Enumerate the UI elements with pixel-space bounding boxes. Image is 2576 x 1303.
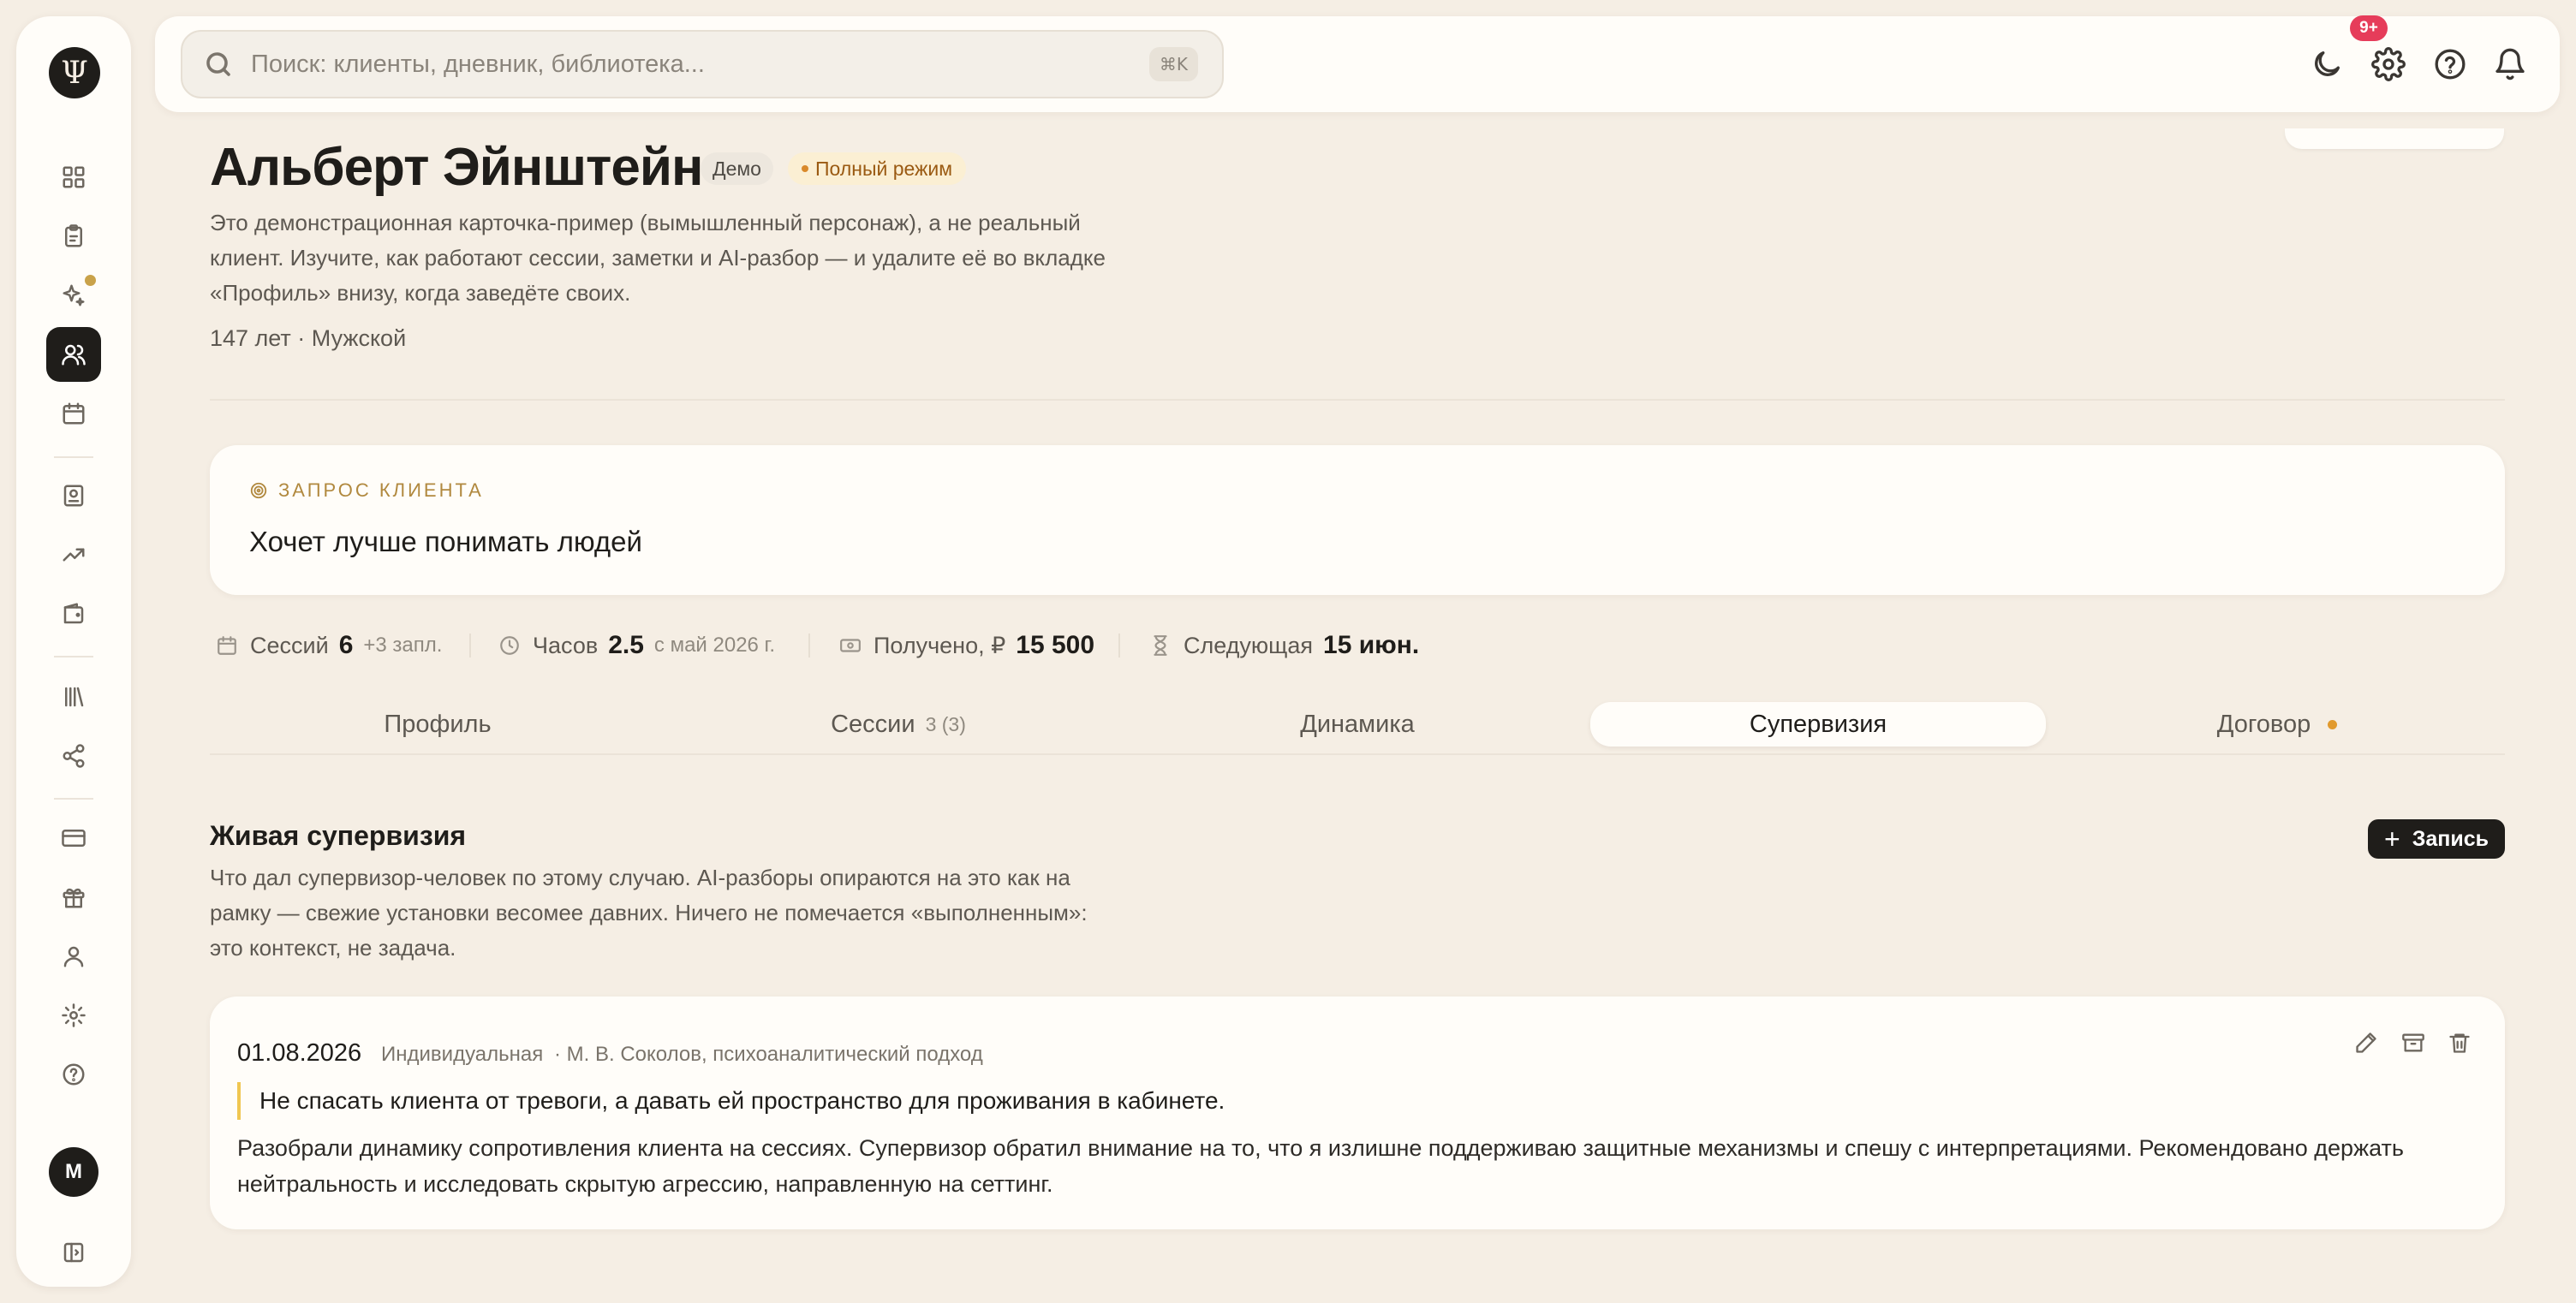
clients-icon[interactable] bbox=[46, 327, 101, 382]
header-divider bbox=[210, 399, 2505, 401]
search-placeholder: Поиск: клиенты, дневник, библиотека... bbox=[251, 50, 705, 78]
supervision-entry: 01.08.2026 Индивидуальная · М. В. Соколо… bbox=[210, 997, 2505, 1229]
search-input[interactable]: Поиск: клиенты, дневник, библиотека... ⌘… bbox=[181, 30, 1224, 98]
stat-label: Следующая bbox=[1184, 632, 1314, 658]
tab-contract[interactable]: Договор bbox=[2049, 702, 2505, 747]
notification-badge: 9+ bbox=[2350, 15, 2388, 41]
request-label: ЗАПРОС КЛИЕНТА bbox=[249, 479, 484, 502]
stat-separator bbox=[469, 634, 471, 657]
profile-icon[interactable] bbox=[46, 929, 101, 984]
stat-label: Получено, ₽ bbox=[874, 632, 1006, 658]
user-avatar[interactable]: M bbox=[49, 1147, 98, 1197]
stat-label: Часов bbox=[533, 632, 599, 658]
client-request-card: ЗАПРОС КЛИЕНТА Хочет лучше понимать люде… bbox=[210, 445, 2505, 595]
banknote-icon bbox=[840, 639, 861, 652]
pencil-icon[interactable] bbox=[2354, 1031, 2385, 1062]
share-icon[interactable] bbox=[46, 729, 101, 783]
contract-status-dot bbox=[2328, 719, 2338, 729]
calendar-small-icon bbox=[218, 636, 236, 655]
search-icon bbox=[203, 49, 234, 80]
gear-icon[interactable] bbox=[2371, 47, 2406, 81]
nav-separator bbox=[54, 656, 93, 657]
gift-icon[interactable] bbox=[46, 870, 101, 925]
stat-value: 15 500 bbox=[1016, 631, 1095, 659]
tab-label: Динамика bbox=[1300, 710, 1415, 738]
tab-dynamics[interactable]: Динамика bbox=[1130, 702, 1585, 747]
stat-value: 15 июн. bbox=[1323, 631, 1420, 659]
stat-sessions: Сессий 6 +3 запл. bbox=[216, 627, 442, 664]
moon-icon[interactable] bbox=[2310, 47, 2344, 81]
clock-icon bbox=[500, 636, 519, 655]
demo-tag: Демо bbox=[701, 152, 773, 185]
help-circle-icon[interactable] bbox=[2433, 47, 2467, 81]
sidebar: Ψ M bbox=[16, 16, 131, 1287]
target-icon bbox=[250, 482, 267, 499]
stat-value: 6 bbox=[338, 631, 354, 659]
tab-label: Супервизия bbox=[1749, 710, 1887, 738]
top-bar: Поиск: клиенты, дневник, библиотека... ⌘… bbox=[155, 16, 2560, 112]
tab-count: 3 (3) bbox=[925, 712, 966, 735]
calendar-icon[interactable] bbox=[46, 386, 101, 441]
mode-label: Полный режим bbox=[815, 157, 953, 180]
stat-sub: с май 2026 г. bbox=[653, 634, 776, 657]
settings-icon[interactable] bbox=[46, 988, 101, 1043]
collapse-sidebar-icon[interactable] bbox=[46, 1225, 101, 1280]
header-action-button[interactable] bbox=[2285, 128, 2504, 149]
request-text: Хочет лучше понимать людей bbox=[249, 526, 642, 557]
stat-separator bbox=[1118, 634, 1120, 657]
section-description: Что дал супервизор-человек по этому случ… bbox=[210, 865, 1088, 961]
stat-value: 2.5 bbox=[608, 631, 644, 659]
hourglass-icon bbox=[1154, 635, 1167, 656]
help-icon[interactable] bbox=[46, 1047, 101, 1102]
tab-label: Профиль bbox=[384, 710, 492, 738]
tab-sessions[interactable]: Сессии 3 (3) bbox=[671, 702, 1126, 747]
entry-kind: Индивидуальная bbox=[381, 1043, 544, 1066]
tab-supervision[interactable]: Супервизия bbox=[1590, 702, 2046, 747]
ai-notification-dot bbox=[85, 275, 96, 286]
archive-icon[interactable] bbox=[2401, 1031, 2432, 1062]
clipboard-icon[interactable] bbox=[46, 209, 101, 264]
plus-icon: + bbox=[2384, 824, 2400, 854]
tab-label: Сессии bbox=[831, 710, 915, 738]
trending-up-icon[interactable] bbox=[46, 527, 101, 582]
entry-quote: Не спасать клиента от тревоги, а давать … bbox=[237, 1082, 1225, 1120]
entry-body: Разобрали динамику сопротивления клиента… bbox=[237, 1135, 2404, 1197]
sparkles-icon[interactable] bbox=[46, 268, 101, 323]
client-description: Это демонстрационная карточка-пример (вы… bbox=[210, 210, 1106, 306]
tab-label: Договор bbox=[2216, 710, 2311, 738]
entry-date: 01.08.2026 bbox=[237, 1039, 362, 1067]
mode-dot bbox=[802, 165, 808, 172]
request-label-text: ЗАПРОС КЛИЕНТА bbox=[278, 479, 484, 501]
credit-card-icon[interactable] bbox=[46, 811, 101, 866]
search-shortcut: ⌘K bbox=[1148, 47, 1198, 81]
stat-label: Сессий bbox=[250, 632, 329, 658]
add-entry-label: Запись bbox=[2412, 826, 2489, 851]
journal-icon[interactable] bbox=[46, 468, 101, 523]
dashboard-icon[interactable] bbox=[46, 150, 101, 205]
app-logo[interactable]: Ψ bbox=[49, 47, 100, 98]
client-name: Альберт Эйнштейн bbox=[210, 138, 703, 197]
library-icon[interactable] bbox=[46, 669, 101, 724]
stat-next: Следующая 15 июн. bbox=[1149, 627, 1419, 664]
nav-separator bbox=[54, 798, 93, 800]
stat-hours: Часов 2.5 с май 2026 г. bbox=[498, 627, 775, 664]
client-meta: 147 лет · Мужской bbox=[210, 325, 407, 351]
section-title: Живая супервизия bbox=[210, 820, 467, 851]
tabs-divider bbox=[210, 753, 2505, 755]
stat-received: Получено, ₽ 15 500 bbox=[839, 627, 1094, 664]
tab-profile[interactable]: Профиль bbox=[210, 702, 665, 747]
stat-sub: +3 запл. bbox=[363, 634, 443, 657]
entry-supervisor: · М. В. Соколов, психоаналитический подх… bbox=[554, 1043, 983, 1066]
add-entry-button[interactable]: + Запись bbox=[2368, 819, 2505, 859]
wallet-icon[interactable] bbox=[46, 586, 101, 641]
stat-separator bbox=[808, 634, 810, 657]
nav-separator bbox=[54, 456, 93, 458]
bell-icon[interactable] bbox=[2493, 47, 2527, 81]
mode-tag: Полный режим bbox=[788, 152, 967, 185]
trash-icon[interactable] bbox=[2448, 1031, 2478, 1062]
